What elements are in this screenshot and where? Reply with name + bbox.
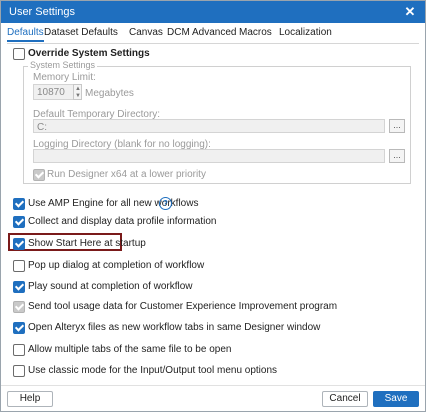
- memory-limit-label: Memory Limit:: [33, 72, 96, 83]
- data-profile-checkbox[interactable]: [13, 216, 25, 228]
- amp-engine-checkbox[interactable]: [13, 198, 25, 210]
- title-bar: User Settings ✕: [1, 1, 425, 23]
- lower-priority-label: Run Designer x64 at a lower priority: [47, 169, 206, 180]
- temp-directory-input[interactable]: C:: [33, 119, 385, 133]
- tab-divider: [7, 43, 419, 44]
- active-tab-indicator: [7, 40, 44, 42]
- tab-dataset-defaults[interactable]: Dataset Defaults: [44, 27, 118, 38]
- play-sound-checkbox[interactable]: [13, 281, 25, 293]
- multiple-tabs-label: Allow multiple tabs of the same file to …: [28, 344, 232, 355]
- amp-engine-label: Use AMP Engine for all new workflows: [28, 198, 199, 209]
- usage-data-label: Send tool usage data for Customer Experi…: [28, 301, 338, 312]
- open-as-tabs-checkbox[interactable]: [13, 322, 25, 334]
- open-as-tabs-label: Open Alteryx files as new workflow tabs …: [28, 322, 321, 333]
- popup-dialog-label: Pop up dialog at completion of workflow: [28, 260, 205, 271]
- close-icon[interactable]: ✕: [401, 3, 419, 21]
- help-button[interactable]: Help: [7, 391, 53, 407]
- multiple-tabs-checkbox[interactable]: [13, 344, 25, 356]
- logging-directory-browse-button[interactable]: ...: [389, 149, 405, 163]
- classic-mode-label: Use classic mode for the Input/Output to…: [28, 365, 278, 376]
- temp-directory-browse-button[interactable]: ...: [389, 119, 405, 133]
- data-profile-label: Collect and display data profile informa…: [28, 216, 217, 227]
- override-system-settings-label: Override System Settings: [28, 48, 150, 59]
- help-question-icon[interactable]: ?: [159, 197, 172, 210]
- lower-priority-checkbox[interactable]: [33, 169, 45, 181]
- cancel-button[interactable]: Cancel: [322, 391, 368, 407]
- user-settings-dialog: User Settings ✕ Defaults Dataset Default…: [0, 0, 426, 412]
- tab-advanced[interactable]: Advanced: [192, 27, 236, 38]
- memory-unit-label: Megabytes: [85, 88, 134, 99]
- tab-canvas[interactable]: Canvas: [129, 27, 163, 38]
- chevron-up-icon[interactable]: ▲: [75, 86, 81, 92]
- tab-localization[interactable]: Localization: [279, 27, 332, 38]
- usage-data-checkbox[interactable]: [13, 301, 25, 313]
- tab-label: Defaults: [7, 27, 44, 38]
- show-start-here-label: Show Start Here at startup: [28, 238, 146, 249]
- save-button[interactable]: Save: [373, 391, 419, 407]
- popup-dialog-checkbox[interactable]: [13, 260, 25, 272]
- logging-directory-input[interactable]: [33, 149, 385, 163]
- window-title: User Settings: [9, 6, 76, 18]
- chevron-down-icon[interactable]: ▼: [75, 93, 81, 99]
- classic-mode-checkbox[interactable]: [13, 365, 25, 377]
- footer-divider: [1, 385, 425, 386]
- tab-defaults[interactable]: Defaults: [7, 27, 44, 42]
- system-settings-legend: System Settings: [28, 60, 98, 70]
- memory-limit-spinner[interactable]: ▲ ▼: [73, 84, 82, 100]
- play-sound-label: Play sound at completion of workflow: [28, 281, 193, 292]
- show-start-here-checkbox[interactable]: [13, 238, 25, 250]
- tab-macros[interactable]: Macros: [239, 27, 272, 38]
- tab-dcm[interactable]: DCM: [167, 27, 190, 38]
- override-system-settings-checkbox[interactable]: [13, 48, 25, 60]
